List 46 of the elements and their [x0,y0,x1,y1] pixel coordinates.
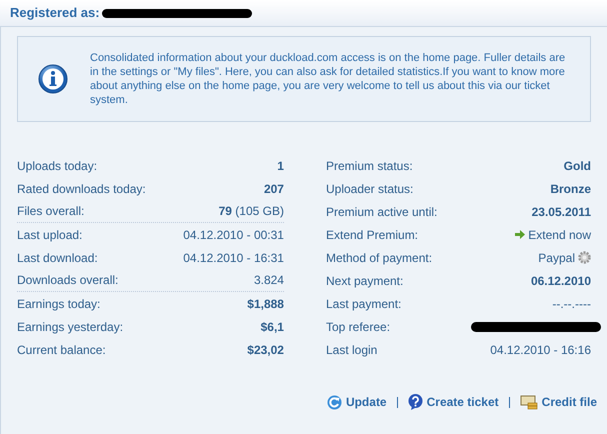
action-link[interactable]: Update [326,393,387,411]
stat-value: Gold [564,158,591,174]
stat-value: --.--.---- [552,296,591,312]
stat-label: Rated downloads today: [17,180,146,198]
stat-value: 79 (105 GB) [218,203,284,220]
stat-value: 06.12.2010 [530,272,591,290]
arrow-icon [515,230,526,239]
stat-value: 207 [264,180,284,198]
stat-label: Files overall: [17,203,84,220]
stat-value: 04.12.2010 - 00:31 [183,226,284,244]
stat-label: Last upload: [17,226,82,244]
stat-label: Next payment: [326,272,404,290]
stat-value: 04.12.2010 - 16:16 [490,342,591,358]
stat-label: Last payment: [326,296,402,312]
stat-value: $1,888 [247,296,284,312]
stat-value: 23.05.2011 [532,204,591,220]
gear-icon[interactable] [578,251,591,264]
stat-label: Earnings today: [17,296,100,312]
stat-value: 3.824 [254,272,284,289]
stat-label: Current balance: [17,342,106,358]
money-icon [520,394,538,410]
stat-label: Uploader status: [326,180,414,198]
stat-label: Last download: [17,250,98,266]
stat-label: Downloads overall: [17,272,118,289]
stat-label: Top referee: [326,318,390,336]
stat-label: Uploads today: [17,158,98,174]
stat-value: $23,02 [247,342,284,358]
action-link[interactable]: Credit file [520,393,597,411]
info-text: Consolidated information about your duckload.com access is on the home page. Fuller details are in the settings or "My files". Here, you can also ask for detailed statistics.If you want to know more about anything else on the home page, you are very welcome to tell us about this via our ticket system. [90,51,566,107]
stat-label: Last login [326,342,378,358]
stat-value: Bronze [550,180,591,198]
stat-value: Paypal [538,250,575,266]
extend-link[interactable]: Extend now [515,226,591,244]
stat-value: $6,1 [260,318,284,336]
stat-label: Method of payment: [326,250,432,266]
stat-value: 1 [277,158,284,174]
info-icon [38,64,68,94]
action-link[interactable]: Create ticket [408,393,499,411]
registered-label: Registered as: [10,4,100,22]
help-icon [408,394,423,410]
stat-label: Extend Premium: [326,226,418,244]
stat-label: Premium status: [326,158,413,174]
refresh-icon [326,394,342,410]
stat-value: 04.12.2010 - 16:31 [183,250,284,266]
stat-label: Premium active until: [326,204,438,220]
stat-label: Earnings yesterday: [17,318,124,336]
